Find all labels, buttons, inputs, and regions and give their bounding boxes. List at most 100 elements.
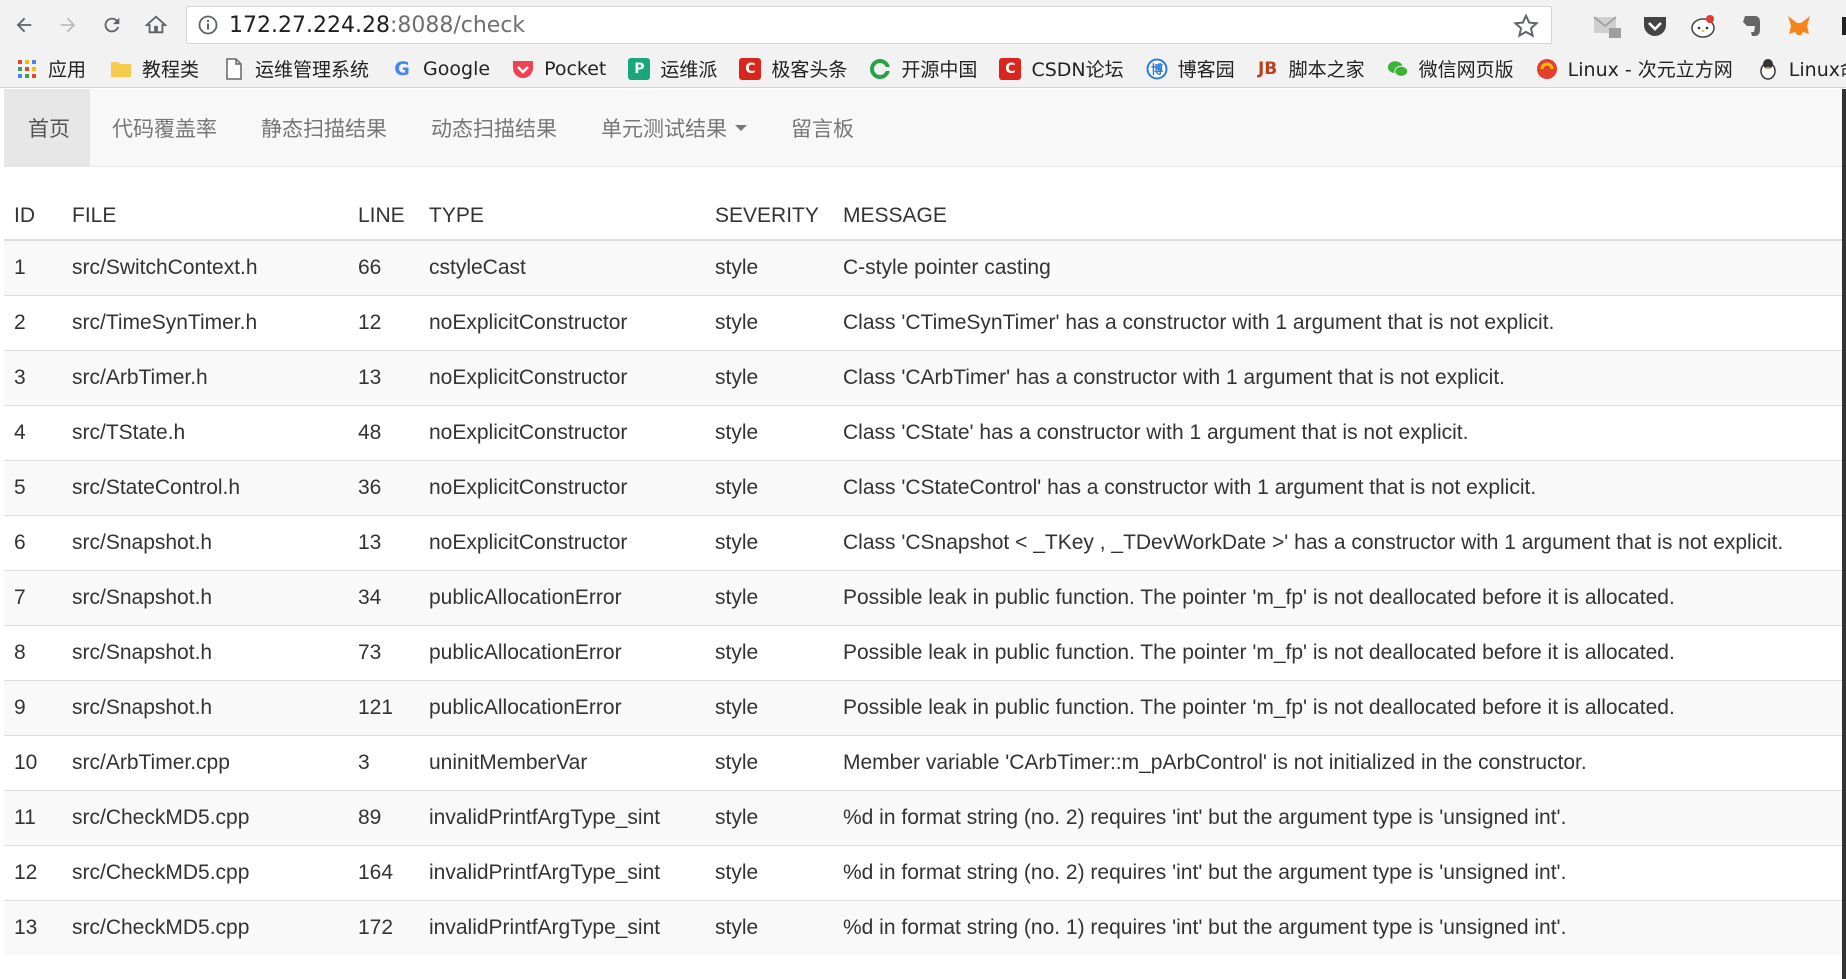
cell-id: 10 — [4, 734, 62, 790]
cell-type: invalidPrintfArgType_sint — [419, 899, 705, 955]
page-content: 首页 代码覆盖率 静态扫描结果 动态扫描结果 单元测试结果 留言板 ID FIL… — [4, 89, 1842, 979]
bookmark-cnblogs[interactable]: 博 博客园 — [1134, 50, 1245, 87]
header-line: LINE — [348, 193, 419, 241]
bookmark-jb51[interactable]: JB 脚本之家 — [1245, 50, 1375, 87]
cell-severity: style — [705, 349, 833, 405]
nav-label: 单元测试结果 — [601, 116, 727, 141]
bookmark-csdn-forum[interactable]: C CSDN论坛 — [987, 50, 1133, 87]
more-extension-icon[interactable] — [1830, 9, 1846, 43]
cell-id: 7 — [4, 569, 62, 625]
bookmark-label: 教程类 — [142, 59, 200, 81]
info-icon[interactable] — [197, 14, 219, 36]
bookmark-label: 极客头条 — [771, 59, 848, 81]
cell-message: %d in format string (no. 1) requires 'in… — [833, 899, 1842, 955]
nav-unit-test-dropdown[interactable]: 单元测试结果 — [579, 89, 769, 166]
cell-message: Class 'CState' has a constructor with 1 … — [833, 404, 1842, 460]
cell-message: %d in format string (no. 2) requires 'in… — [833, 844, 1842, 900]
browser-toolbar: 172.27.224.28:8088/check — [0, 0, 1846, 50]
cell-severity: style — [705, 239, 833, 295]
pocket-extension-icon[interactable] — [1638, 9, 1672, 43]
cell-type: cstyleCast — [419, 239, 705, 295]
bookmark-oschina[interactable]: 开源中国 — [857, 50, 987, 87]
bookmark-pocket[interactable]: Pocket — [500, 50, 616, 87]
bookmark-label: 应用 — [48, 59, 87, 81]
url-path: :8088/check — [389, 12, 526, 38]
cell-line: 164 — [348, 844, 419, 900]
cell-type: noExplicitConstructor — [419, 514, 705, 570]
table-row: 5 src/StateControl.h 36 noExplicitConstruct… — [4, 459, 1842, 515]
ciyuan-icon — [1536, 58, 1558, 80]
nav-label: 留言板 — [791, 116, 854, 141]
cell-line: 73 — [348, 624, 419, 680]
cell-type: invalidPrintfArgType_sint — [419, 789, 705, 845]
folder-icon — [110, 58, 132, 80]
cell-id: 13 — [4, 899, 62, 955]
cell-severity: style — [705, 624, 833, 680]
header-id: ID — [4, 193, 62, 241]
cell-file: src/CheckMD5.cpp — [62, 844, 348, 900]
svg-text:博: 博 — [1151, 61, 1163, 76]
nav-dynamic-scan[interactable]: 动态扫描结果 — [409, 89, 579, 166]
cell-file: src/ArbTimer.cpp — [62, 734, 348, 790]
cell-id: 8 — [4, 624, 62, 680]
bookmark-label: CSDN论坛 — [1031, 59, 1124, 81]
cell-severity: style — [705, 844, 833, 900]
nav-static-scan[interactable]: 静态扫描结果 — [239, 89, 409, 166]
forward-button[interactable] — [48, 5, 88, 45]
bookmark-label: 脚本之家 — [1288, 59, 1365, 81]
table-row: 9 src/Snapshot.h 121 publicAllocationError s… — [4, 679, 1842, 735]
table-body: 1 src/SwitchContext.h 66 cstyleCast style C-s… — [4, 239, 1842, 955]
cell-id: 5 — [4, 459, 62, 515]
back-button[interactable] — [4, 5, 44, 45]
bookmark-label: 运维管理系统 — [255, 59, 370, 81]
nav-message-board[interactable]: 留言板 — [769, 89, 876, 166]
bookmark-label: Linux - 次元立方网 — [1567, 59, 1733, 81]
bookmark-linux-command[interactable]: Linux命令搜索 — [1743, 50, 1846, 87]
cell-type: invalidPrintfArgType_sint — [419, 844, 705, 900]
table-row: 2 src/TimeSynTimer.h 12 noExplicitConstruct… — [4, 294, 1842, 350]
nav-label: 动态扫描结果 — [431, 116, 557, 141]
bookmark-star-icon[interactable] — [1513, 13, 1539, 39]
csdn-icon: C — [999, 57, 1022, 80]
home-button[interactable] — [136, 5, 176, 45]
hello-kitty-extension-icon[interactable] — [1686, 9, 1720, 43]
reload-button[interactable] — [92, 5, 132, 45]
table-row: 4 src/TState.h 48 noExplicitConstructor styl… — [4, 404, 1842, 460]
cell-file: src/Snapshot.h — [62, 679, 348, 735]
metamask-extension-icon[interactable] — [1782, 9, 1816, 43]
nav-code-coverage[interactable]: 代码覆盖率 — [90, 89, 239, 166]
pocket-icon — [512, 58, 534, 80]
table-row: 10 src/ArbTimer.cpp 3 uninitMemberVar style M… — [4, 734, 1842, 790]
cell-line: 12 — [348, 294, 419, 350]
address-bar[interactable]: 172.27.224.28:8088/check — [186, 6, 1552, 44]
bookmark-ops-system[interactable]: 运维管理系统 — [209, 50, 379, 87]
bookmark-yunweipai[interactable]: P 运维派 — [616, 50, 727, 87]
mail-extension-icon[interactable] — [1590, 9, 1624, 43]
table-row: 6 src/Snapshot.h 13 noExplicitConstructor st… — [4, 514, 1842, 570]
bookmark-label: 博客园 — [1177, 59, 1235, 81]
cell-id: 12 — [4, 844, 62, 900]
bookmark-linux-ciyuan[interactable]: Linux - 次元立方网 — [1524, 50, 1743, 87]
cell-type: noExplicitConstructor — [419, 294, 705, 350]
header-file: FILE — [62, 193, 348, 241]
cell-file: src/StateControl.h — [62, 459, 348, 515]
cell-line: 3 — [348, 734, 419, 790]
home-icon — [145, 15, 167, 34]
bookmark-apps[interactable]: 应用 — [0, 50, 96, 87]
bookmark-geek-headlines[interactable]: C 极客头条 — [727, 50, 857, 87]
bookmark-google[interactable]: G Google — [379, 50, 500, 87]
bookmark-tutorials[interactable]: 教程类 — [96, 50, 209, 87]
bookmark-label: 开源中国 — [901, 59, 978, 81]
bookmark-wechat-web[interactable]: 微信网页版 — [1375, 50, 1524, 87]
cell-severity: style — [705, 899, 833, 955]
cell-severity: style — [705, 459, 833, 515]
reload-icon — [104, 17, 120, 33]
top-navbar: 首页 代码覆盖率 静态扫描结果 动态扫描结果 单元测试结果 留言板 — [4, 89, 1842, 167]
table-row: 8 src/Snapshot.h 73 publicAllocationError st… — [4, 624, 1842, 680]
evernote-extension-icon[interactable] — [1734, 9, 1768, 43]
cell-severity: style — [705, 569, 833, 625]
nav-home[interactable]: 首页 — [4, 89, 90, 166]
url-text[interactable]: 172.27.224.28:8088/check — [229, 13, 525, 38]
table-row: 3 src/ArbTimer.h 13 noExplicitConstructor st… — [4, 349, 1842, 405]
caret-down-icon — [735, 124, 747, 131]
